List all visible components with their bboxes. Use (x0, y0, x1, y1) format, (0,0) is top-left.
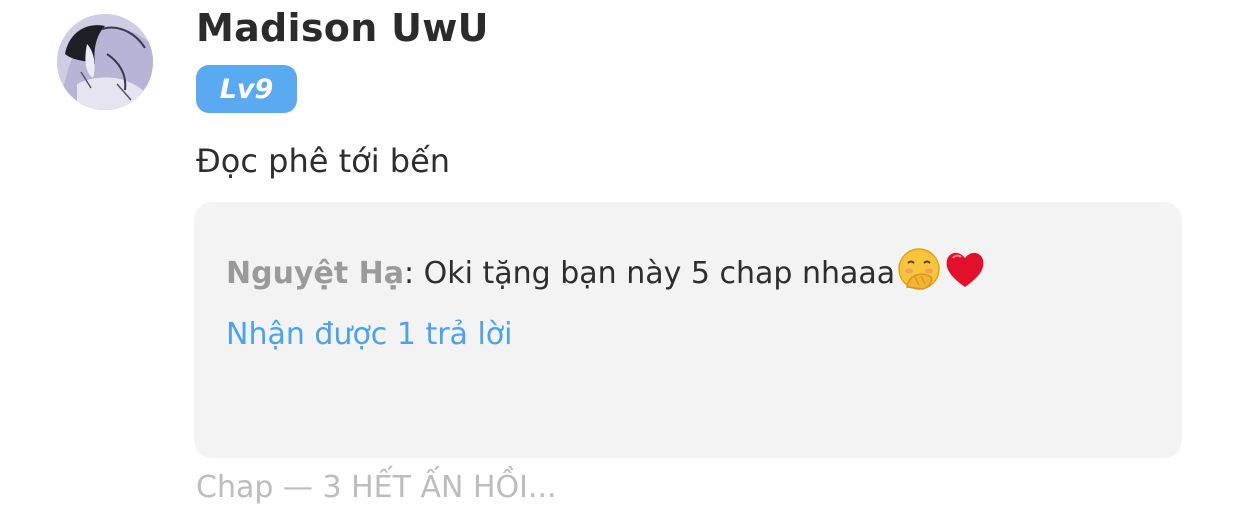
face-with-hand-over-mouth-emoji-icon (897, 247, 941, 299)
red-heart-emoji-icon (943, 247, 987, 299)
anime-character-avatar-icon (57, 14, 153, 110)
reply-author[interactable]: Nguyệt Hạ (226, 256, 404, 291)
reply-separator: : (403, 255, 424, 291)
reply-preview-box[interactable]: Nguyệt Hạ : Oki tặng bạn này 5 chap nhaa… (194, 202, 1182, 458)
level-badge: Lv9 (196, 65, 297, 113)
username[interactable]: Madison UwU (196, 6, 489, 50)
avatar[interactable] (57, 14, 153, 110)
reply-text: Oki tặng bạn này 5 chap nhaaa (423, 255, 896, 291)
next-comment-peek: Chap — 3 HẾT ẤN HỒI... (196, 470, 557, 505)
reply-count-link[interactable]: Nhận được 1 trả lời (226, 317, 513, 352)
comment-text: Đọc phê tới bến (196, 142, 451, 180)
reply-preview-line: Nguyệt Hạ : Oki tặng bạn này 5 chap nhaa… (226, 247, 987, 299)
